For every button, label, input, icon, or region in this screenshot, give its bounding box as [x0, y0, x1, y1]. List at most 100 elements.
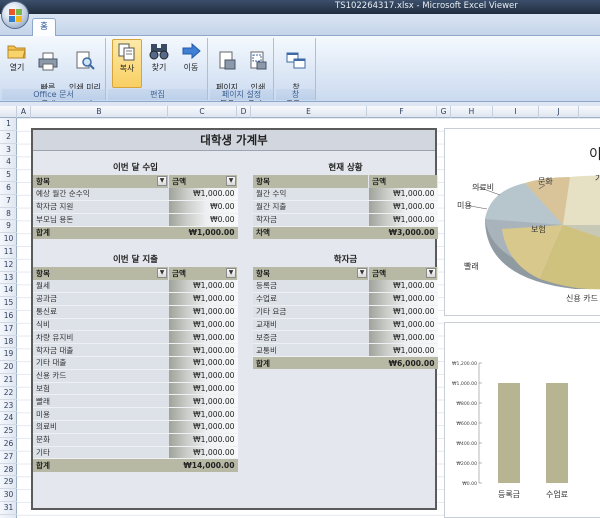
column-header[interactable]: E	[251, 106, 367, 118]
row-header[interactable]: 6	[0, 182, 17, 195]
row-header[interactable]: 14	[0, 284, 17, 298]
find-button[interactable]: 찾기	[144, 39, 174, 88]
row-header[interactable]: 19	[0, 348, 17, 362]
table-row[interactable]: 의료비 ₩1,000.00	[33, 420, 238, 434]
row-header[interactable]: 20	[0, 361, 17, 374]
filter-dropdown-icon[interactable]: ▼	[157, 176, 168, 186]
column-header[interactable]: J	[539, 106, 579, 118]
column-header[interactable]: F	[367, 106, 437, 118]
row-header[interactable]: 7	[0, 195, 17, 208]
row-header[interactable]: 27	[0, 451, 17, 464]
column-header[interactable]: H	[451, 106, 493, 118]
row-header[interactable]: 3	[0, 144, 17, 157]
table-row[interactable]: 학자금 대출 ₩1,000.00	[33, 343, 238, 358]
tab-home[interactable]: 홈	[32, 18, 56, 37]
office-button[interactable]	[1, 1, 29, 29]
table-row[interactable]: 보험 ₩1,000.00	[33, 382, 238, 396]
table-row[interactable]: 교재비 ₩1,000.00	[253, 318, 438, 332]
row-header[interactable]: 16	[0, 310, 17, 323]
column-header[interactable]: B	[31, 106, 168, 118]
row-header[interactable]: 23	[0, 400, 17, 413]
print-preview-button[interactable]: 인쇄 미리 보기	[64, 39, 106, 102]
pie-label: 보험	[531, 225, 546, 234]
table-row[interactable]: 월간 수익 ₩1,000.00	[253, 187, 438, 202]
column-header[interactable]: A	[17, 106, 31, 118]
table-row[interactable]: 부모님 용돈 ₩0.00	[33, 213, 238, 227]
row-header[interactable]: 30	[0, 489, 17, 502]
copy-button[interactable]: 복사	[112, 39, 142, 88]
row-header[interactable]: 24	[0, 412, 17, 426]
quick-print-button[interactable]: 빠른 인쇄	[33, 39, 63, 102]
table-row[interactable]: 보증금 ₩1,000.00	[253, 330, 438, 345]
column-header[interactable]: D	[237, 106, 251, 118]
table-row[interactable]: 등록금 ₩1,000.00	[253, 279, 438, 294]
total-amount: ₩6,000.00	[368, 356, 438, 370]
table-row[interactable]: 학자금 지원 ₩0.00	[33, 200, 238, 214]
row-header[interactable]: 26	[0, 438, 17, 451]
group-label: 페이지 설정	[210, 89, 273, 100]
row-header[interactable]: 12	[0, 259, 17, 272]
row-amount: ₩1,000.00	[168, 446, 238, 460]
open-button[interactable]: 열기	[2, 39, 32, 88]
table-row[interactable]: 수업료 ₩1,000.00	[253, 292, 438, 306]
table-row[interactable]: 월간 지출 ₩1,000.00	[253, 200, 438, 214]
row-header[interactable]: 21	[0, 374, 17, 387]
page-setup-button[interactable]: 페이지 설정	[212, 39, 242, 102]
table-row[interactable]: 문화 ₩1,000.00	[33, 433, 238, 447]
row-header[interactable]: 31	[0, 502, 17, 515]
table-row[interactable]: 식비 ₩1,000.00	[33, 318, 238, 332]
row-header[interactable]: 13	[0, 272, 17, 285]
row-header[interactable]: 4	[0, 156, 17, 170]
column-header[interactable]: I	[493, 106, 539, 118]
row-header[interactable]: 9	[0, 220, 17, 234]
table-row[interactable]: 차량 유지비 ₩1,000.00	[33, 330, 238, 345]
pie-label: 미용	[457, 201, 472, 210]
row-header[interactable]: 18	[0, 336, 17, 349]
table-row[interactable]: 공과금 ₩1,000.00	[33, 292, 238, 306]
print-area-button[interactable]: 인쇄 영역 ▾	[243, 39, 273, 102]
pie-label: 기	[595, 174, 600, 183]
table-row[interactable]: 기타 대출 ₩1,000.00	[33, 356, 238, 370]
title-bar: TS102264317.xlsx - Microsoft Excel Viewe…	[0, 0, 600, 14]
select-all-corner[interactable]	[0, 106, 17, 118]
row-header[interactable]: 22	[0, 387, 17, 400]
filter-dropdown-icon[interactable]: ▼	[426, 268, 436, 278]
table-row[interactable]: 기타 ₩1,000.00	[33, 446, 238, 460]
table-row[interactable]: 예상 월간 순수익 ₩1,000.00	[33, 187, 238, 202]
row-header[interactable]: 25	[0, 425, 17, 438]
table-row[interactable]: 교통비 ₩1,000.00	[253, 343, 438, 358]
filter-dropdown-icon[interactable]: ▼	[226, 176, 236, 186]
row-amount: ₩1,000.00	[368, 343, 438, 358]
table-row[interactable]: 통신료 ₩1,000.00	[33, 305, 238, 319]
row-header[interactable]: 15	[0, 297, 17, 310]
goto-button[interactable]: 이동	[176, 39, 206, 88]
filter-dropdown-icon[interactable]: ▼	[226, 268, 236, 278]
switch-window-button[interactable]: 창 전환 ▾	[280, 39, 312, 102]
row-header[interactable]: 29	[0, 476, 17, 490]
row-amount: ₩1,000.00	[368, 318, 438, 332]
row-item: 기타	[33, 446, 169, 460]
window-title: TS102264317.xlsx - Microsoft Excel Viewe…	[335, 1, 518, 11]
table-row[interactable]: 빨래 ₩1,000.00	[33, 394, 238, 409]
row-header[interactable]: 28	[0, 464, 17, 477]
table-row[interactable]: 신용 카드 ₩1,000.00	[33, 369, 238, 383]
row-header[interactable]: 5	[0, 169, 17, 182]
row-amount: ₩1,000.00	[168, 187, 238, 202]
column-header[interactable]: C	[168, 106, 237, 118]
filter-dropdown-icon[interactable]: ▼	[157, 268, 168, 278]
row-amount: ₩1,000.00	[368, 187, 438, 202]
table-row[interactable]: 기타 요금 ₩1,000.00	[253, 305, 438, 319]
filter-dropdown-icon[interactable]: ▼	[357, 268, 368, 278]
row-header[interactable]: 8	[0, 208, 17, 221]
tuition-bar-chart[interactable]: ₩0.00 ₩200.00 ₩400.00 ₩600.00 ₩800.00 ₩1,000.…	[444, 322, 600, 518]
row-header[interactable]: 17	[0, 323, 17, 336]
column-header[interactable]: G	[437, 106, 451, 118]
row-header[interactable]: 1	[0, 118, 17, 131]
row-header[interactable]: 10	[0, 233, 17, 246]
table-row[interactable]: 학자금 ₩1,000.00	[253, 213, 438, 227]
row-header[interactable]: 2	[0, 131, 17, 144]
expense-pie-chart[interactable]: 이 의료비 문화 미용 보험 빨래 신용 카드 기	[444, 128, 600, 316]
table-row[interactable]: 미용 ₩1,000.00	[33, 407, 238, 422]
table-row[interactable]: 월세 ₩1,000.00	[33, 279, 238, 294]
row-header[interactable]: 11	[0, 246, 17, 259]
